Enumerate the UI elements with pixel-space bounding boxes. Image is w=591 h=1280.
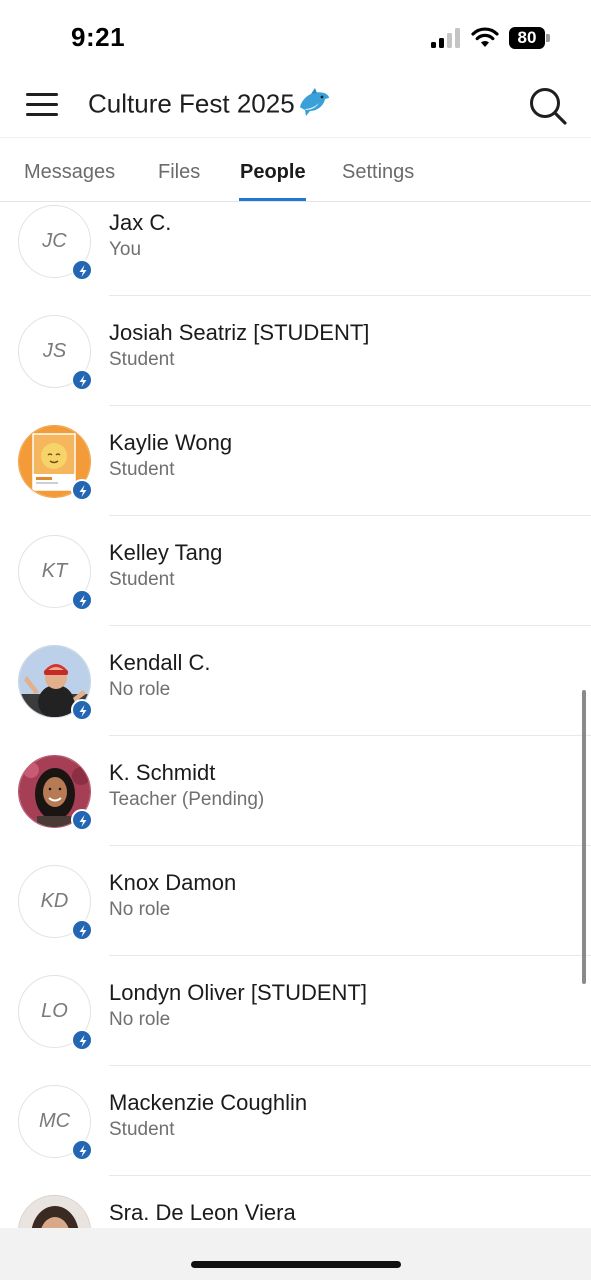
- list-item[interactable]: LO Londyn Oliver [STUDENT] No role: [0, 956, 591, 1066]
- person-role: Student: [109, 1119, 175, 1140]
- cellular-signal-icon: [431, 28, 463, 48]
- lightning-bolt-icon: [71, 1029, 93, 1051]
- person-name: Kelley Tang: [109, 540, 223, 565]
- status-time: 9:21: [71, 22, 126, 52]
- list-item[interactable]: KT Kelley Tang Student: [0, 516, 591, 626]
- lightning-bolt-icon: [71, 919, 93, 941]
- channel-header: Culture Fest 2025: [0, 72, 591, 138]
- battery-icon: 80: [509, 27, 545, 49]
- tab-bar: Messages Files People Settings: [0, 139, 591, 202]
- person-role: You: [109, 239, 142, 260]
- person-role: Teacher (Pending): [109, 789, 265, 810]
- list-item[interactable]: Sra. De Leon Viera: [0, 1176, 591, 1228]
- lightning-bolt-icon: [71, 369, 93, 391]
- list-item[interactable]: JS Josiah Seatriz [STUDENT] Student: [0, 296, 591, 406]
- battery-tip: [546, 34, 550, 42]
- lightning-bolt-icon: [71, 1139, 93, 1161]
- lightning-bolt-icon: [71, 809, 93, 831]
- list-item[interactable]: Kaylie Wong Student: [0, 406, 591, 516]
- person-role: Student: [109, 459, 175, 480]
- tab-files[interactable]: Files: [158, 161, 200, 184]
- tab-messages[interactable]: Messages: [24, 161, 115, 184]
- people-list[interactable]: JC Jax C. You JS Josiah Seatriz [STUDENT…: [0, 202, 591, 1228]
- person-name: Josiah Seatriz [STUDENT]: [109, 320, 370, 345]
- person-role: Student: [109, 569, 175, 590]
- list-item[interactable]: Kendall C. No role: [0, 626, 591, 736]
- list-item[interactable]: JC Jax C. You: [0, 202, 591, 296]
- person-role: Student: [109, 349, 175, 370]
- home-indicator[interactable]: [191, 1261, 401, 1268]
- person-name: Sra. De Leon Viera: [109, 1200, 296, 1225]
- person-name: Jax C.: [109, 210, 172, 235]
- person-name: K. Schmidt: [109, 760, 216, 785]
- dolphin-icon: [297, 87, 331, 124]
- page-title-text: Culture Fest 2025: [88, 88, 295, 119]
- home-indicator-area: [0, 1228, 591, 1280]
- person-role: No role: [109, 899, 171, 920]
- page-title: Culture Fest 2025: [88, 87, 331, 124]
- person-name: Londyn Oliver [STUDENT]: [109, 980, 367, 1005]
- tab-settings[interactable]: Settings: [342, 161, 414, 184]
- lightning-bolt-icon: [71, 479, 93, 501]
- person-role: No role: [109, 679, 171, 700]
- person-name: Knox Damon: [109, 870, 237, 895]
- tab-people[interactable]: People: [240, 161, 306, 184]
- person-name: Mackenzie Coughlin: [109, 1090, 308, 1115]
- lightning-bolt-icon: [71, 259, 93, 281]
- lightning-bolt-icon: [71, 699, 93, 721]
- active-tab-indicator: [239, 198, 306, 201]
- list-item[interactable]: K. Schmidt Teacher (Pending): [0, 736, 591, 846]
- person-name: Kaylie Wong: [109, 430, 233, 455]
- avatar-photo: [18, 1195, 91, 1228]
- lightning-bolt-icon: [71, 589, 93, 611]
- search-icon[interactable]: [527, 86, 569, 126]
- person-role: No role: [109, 1009, 171, 1030]
- status-bar: 9:21 80: [0, 0, 591, 72]
- list-item[interactable]: MC Mackenzie Coughlin Student: [0, 1066, 591, 1176]
- scrollbar[interactable]: [582, 690, 586, 984]
- hamburger-menu-icon[interactable]: [26, 92, 58, 118]
- person-name: Kendall C.: [109, 650, 211, 675]
- list-item[interactable]: KD Knox Damon No role: [0, 846, 591, 956]
- wifi-icon: [471, 27, 499, 47]
